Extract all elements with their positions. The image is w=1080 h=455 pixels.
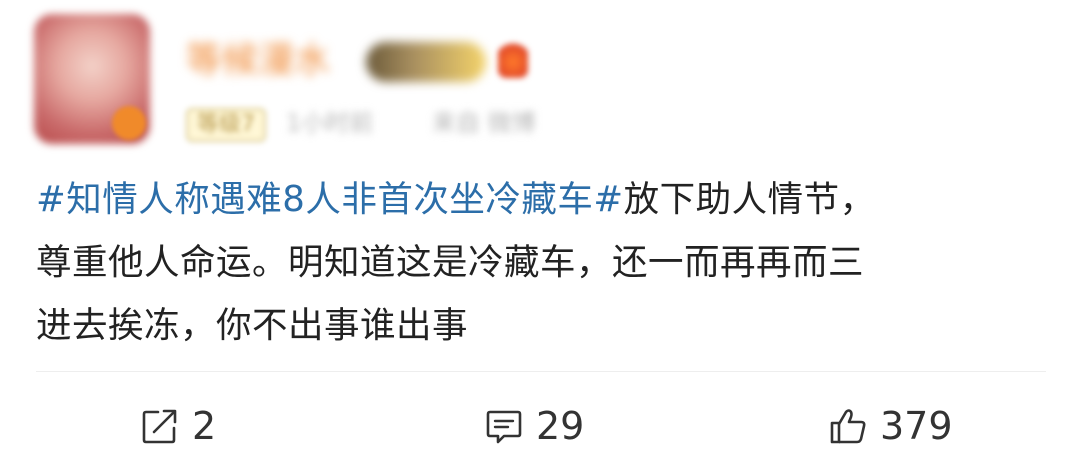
post-text-line3: 进去挨冻，你不出事谁出事 xyxy=(36,305,469,346)
like-icon xyxy=(828,406,868,446)
level-badge: 等级7 xyxy=(186,108,266,142)
like-count: 379 xyxy=(880,404,953,448)
post-source: 来自 微博 xyxy=(432,109,536,137)
hashtag-link[interactable]: #知情人称遇难8人非首次坐冷藏车# xyxy=(36,179,624,220)
like-button[interactable]: 379 xyxy=(828,398,953,454)
flame-icon xyxy=(498,38,528,78)
post-text-line1: 放下助人情节， xyxy=(623,179,876,220)
share-button[interactable]: 2 xyxy=(140,398,216,454)
vip-badge[interactable] xyxy=(366,42,486,82)
post-text-line2: 尊重他人命运。明知道这是冷藏车，还一而再再而三 xyxy=(36,242,865,283)
verified-badge-icon xyxy=(112,106,146,140)
username[interactable]: 等候漫水 xyxy=(186,38,346,84)
comment-count: 29 xyxy=(536,404,585,448)
post-text: #知情人称遇难8人非首次坐冷藏车#放下助人情节， 尊重他人命运。明知道这是冷藏车… xyxy=(36,168,1046,357)
post-time: 1小时前 xyxy=(286,109,374,137)
divider xyxy=(36,371,1046,372)
comment-button[interactable]: 29 xyxy=(484,398,584,454)
share-count: 2 xyxy=(192,404,217,448)
share-icon xyxy=(140,406,180,446)
comment-icon xyxy=(484,406,524,446)
